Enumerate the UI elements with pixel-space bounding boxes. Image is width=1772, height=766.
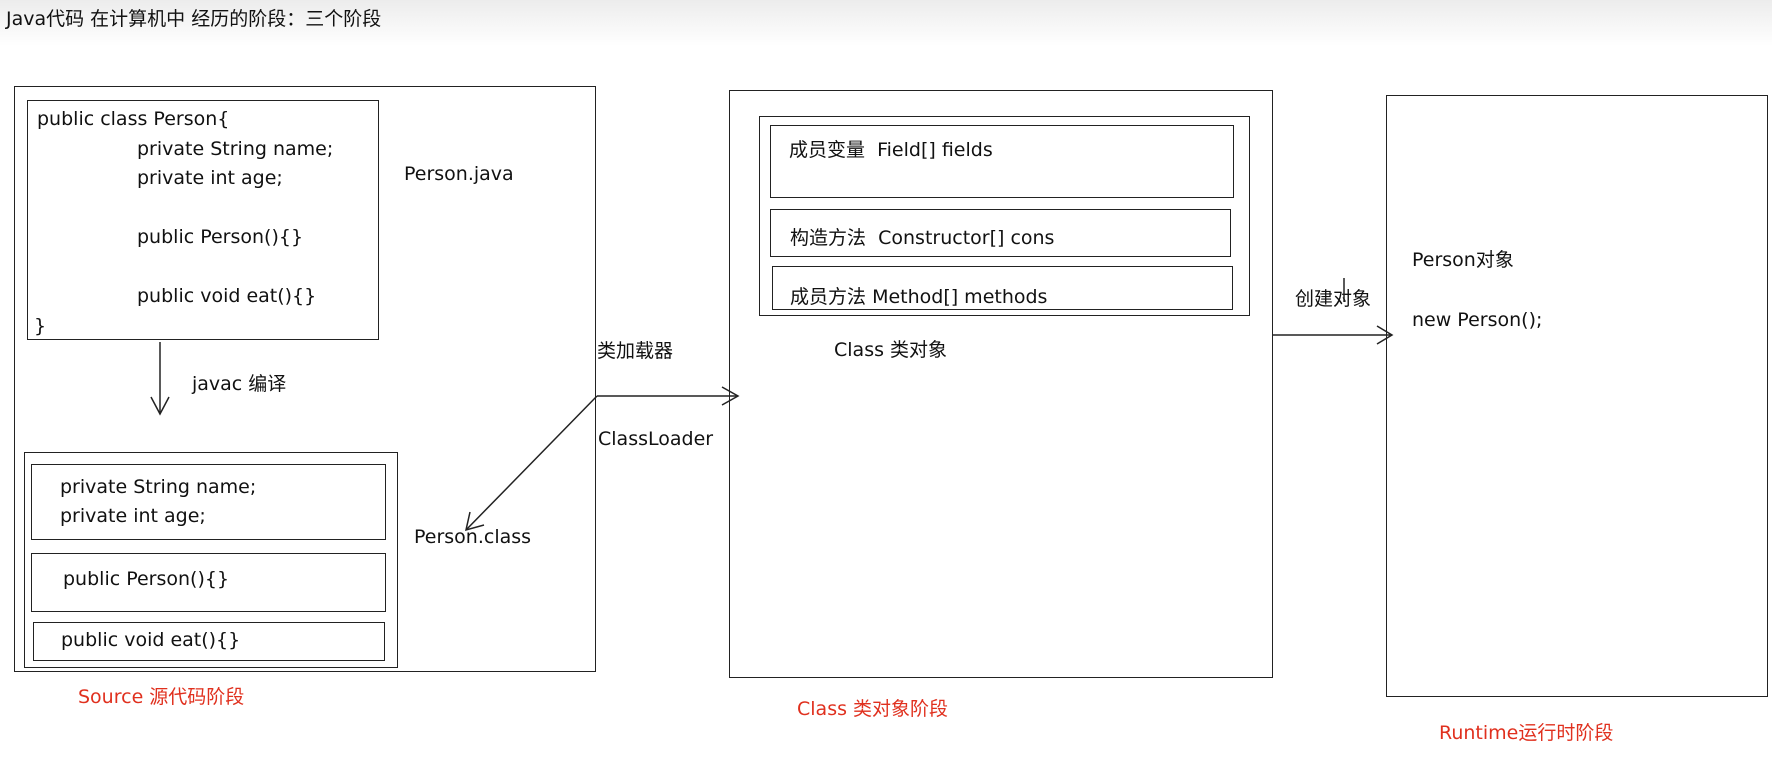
arrows-layer bbox=[150, 278, 1394, 532]
class-file-arrow bbox=[465, 395, 598, 531]
